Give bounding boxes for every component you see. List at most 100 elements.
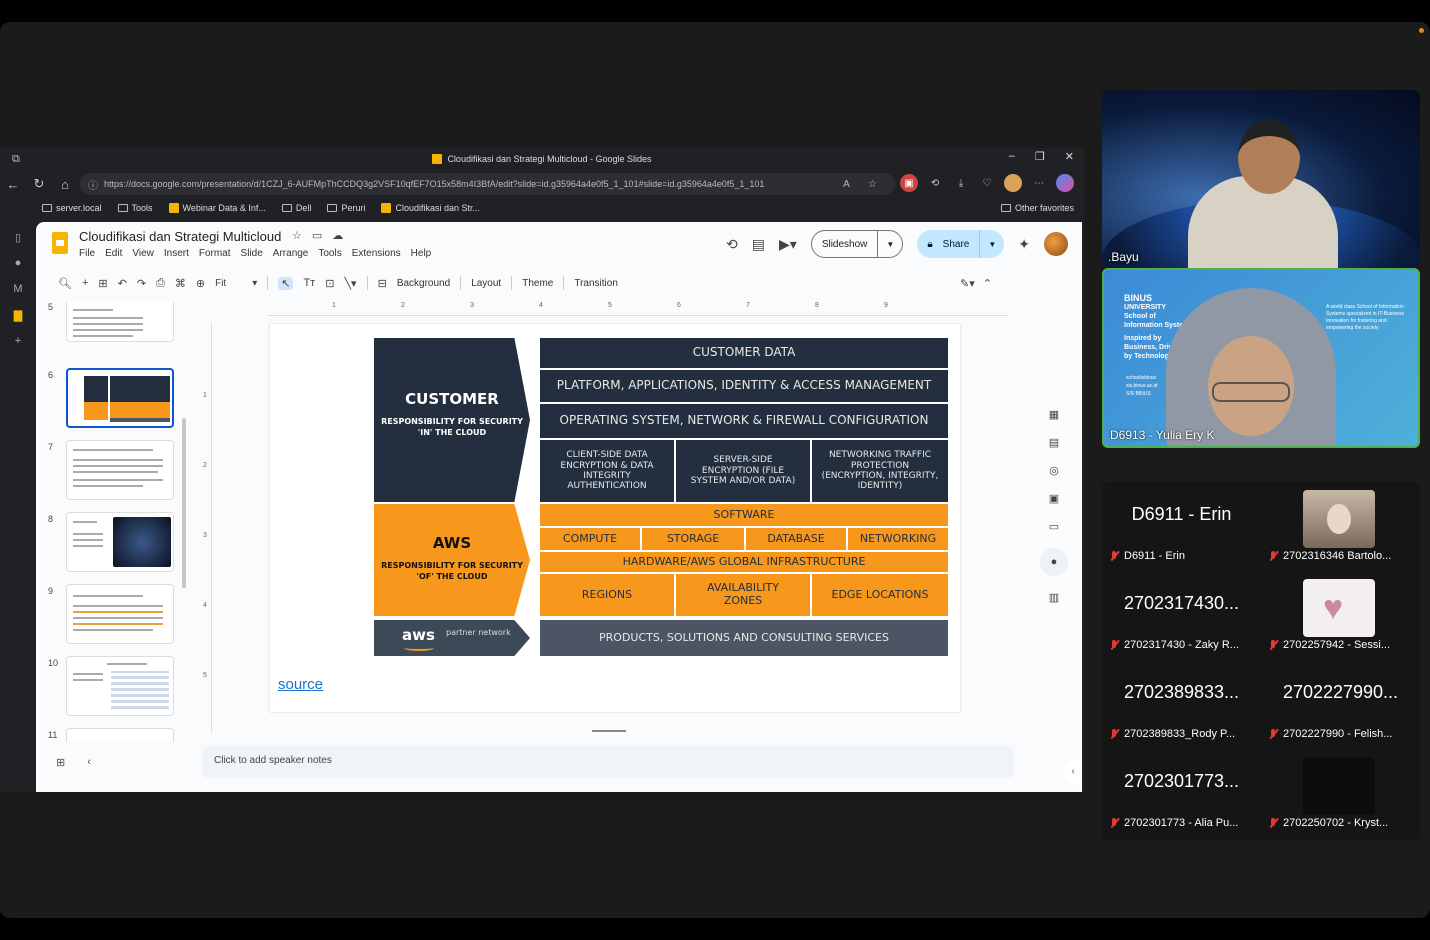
thumbnail-row[interactable]: 6 [44,368,184,430]
filmstrip-scrollbar[interactable] [182,418,186,588]
download-icon[interactable]: ⤓ [952,174,970,192]
thumbnail-row[interactable]: 11 [44,728,184,742]
cloud-saved-icon[interactable]: ☁ [332,229,343,242]
minimize-icon[interactable]: – [1009,150,1015,163]
bookmark-item[interactable]: Tools [117,203,153,213]
slide-thumbnail[interactable] [66,656,174,716]
chevron-down-icon[interactable]: ▼ [979,230,1004,258]
app-icon[interactable]: ● [0,250,36,276]
menu-arrange[interactable]: Arrange [273,248,309,259]
participant-tile[interactable]: 2702389833... 2702389833_Rody P... [1102,660,1261,749]
slide[interactable]: CUSTOMER RESPONSIBILITY FOR SECURITY 'IN… [270,324,960,712]
slide-thumbnail[interactable] [66,440,174,500]
favorite-star-icon[interactable]: A ☆ [843,179,885,190]
tasks-icon[interactable]: ◎ [1049,464,1059,477]
new-slide-icon[interactable]: + [82,277,88,289]
collapse-filmstrip-icon[interactable]: ‹ [87,756,91,769]
line-icon[interactable]: ╲▾ [344,277,356,290]
text-box-icon[interactable]: Tт [303,277,315,289]
slideshow-button[interactable]: Slideshow ▼ [810,230,904,258]
video-tile-speaker[interactable]: .Bayu [1102,90,1420,268]
menu-help[interactable]: Help [411,248,432,259]
tab-title[interactable]: Cloudifikasi dan Strategi Multicloud - G… [447,154,651,164]
menu-file[interactable]: File [79,248,95,259]
share-button[interactable]: 🔒︎ Share ▼ [917,230,1005,258]
contacts-icon[interactable]: ▣ [1049,492,1059,505]
thumbnail-row[interactable]: 7 [44,440,184,502]
menu-slide[interactable]: Slide [241,248,263,259]
image-icon[interactable]: ⊡ [325,277,334,290]
chevron-down-icon[interactable]: ▼ [877,231,902,257]
menu-format[interactable]: Format [199,248,231,259]
extension-icon[interactable]: ▣ [900,174,918,192]
zoom-select[interactable]: Fit ▾ [215,278,257,289]
slide-thumbnail[interactable] [66,302,174,342]
version-history-icon[interactable]: ⟲ [726,236,738,253]
menu-edit[interactable]: Edit [105,248,122,259]
source-link[interactable]: source [278,676,323,693]
slide-thumbnail[interactable] [66,728,174,742]
bookmark-item[interactable]: Cloudifikasi dan Str... [381,203,480,213]
video-tile-pinned[interactable]: BINUS UNIVERSITY School of Information S… [1102,268,1420,448]
document-title[interactable]: Cloudifikasi dan Strategi Multicloud [79,229,281,244]
grid-view-icon[interactable]: ⊞ [56,756,65,769]
gmail-icon[interactable]: M [0,276,36,302]
meet-icon[interactable]: ▶▾ [779,236,797,253]
notes-drag-handle[interactable] [592,730,626,732]
record-icon[interactable]: ● [1040,548,1068,576]
captions-icon[interactable]: ▥ [1049,591,1059,604]
other-favorites[interactable]: Other favorites [1000,203,1074,213]
participant-tile[interactable]: 2702316346 Bartolo... [1261,482,1420,571]
bookmark-item[interactable]: Peruri [327,203,365,213]
collapse-toolbar-icon[interactable]: ⌃ [983,277,992,290]
theme-button[interactable]: Theme [522,278,553,289]
move-folder-icon[interactable]: ▭ [312,229,322,242]
star-icon[interactable]: ☆ [292,229,302,242]
paint-format-icon[interactable]: ⌘ [175,277,186,290]
participant-tile[interactable]: 2702227990... 2702227990 - Felish... [1261,660,1420,749]
bookmark-item[interactable]: server.local [42,203,102,213]
comments-icon[interactable]: ▤ [752,236,765,253]
menu-view[interactable]: View [132,248,154,259]
url-input[interactable]: ⓘ https://docs.google.com/presentation/d… [80,173,895,195]
thumbnail-row[interactable]: 10 [44,656,184,718]
heart-extension-icon[interactable]: ♡ [978,174,996,192]
reload-icon[interactable]: ↻ [26,176,52,192]
participant-tile[interactable]: 2702301773... 2702301773 - Alia Pu... [1102,749,1261,838]
participant-tile[interactable]: ♥ 2702257942 - Sessi... [1261,571,1420,660]
slide-thumbnail[interactable] [66,584,174,644]
background-button[interactable]: Background [397,278,450,289]
redo-icon[interactable]: ↷ [137,277,146,290]
more-icon[interactable]: ⋯ [1030,174,1048,192]
site-info-icon[interactable]: ⓘ [88,177,98,192]
undo-icon[interactable]: ↶ [118,277,127,290]
avatar[interactable] [1044,232,1068,256]
slide-thumbnail-active[interactable] [66,368,174,428]
search-menus-icon[interactable]: 🔍︎ [58,277,72,290]
profile-icon[interactable] [1004,174,1022,192]
bookmark-item[interactable]: Webinar Data & Inf... [168,203,266,213]
thumbnail-row[interactable]: 9 [44,584,184,646]
participant-tile[interactable]: D6911 - Erin D6911 - Erin [1102,482,1261,571]
back-icon[interactable]: ← [0,177,26,192]
speaker-notes[interactable]: Click to add speaker notes [202,746,1014,778]
new-slide-layout-icon[interactable]: ⊞ [98,277,107,290]
gemini-icon[interactable]: ✦ [1018,236,1030,253]
slides-app-icon[interactable]: ▇ [0,302,36,328]
bookmark-item[interactable]: Dell [281,203,311,213]
participant-tile[interactable]: 2702250702 - Kryst... [1261,749,1420,838]
keep-icon[interactable]: ▤ [1049,436,1059,449]
transition-button[interactable]: Transition [574,278,618,289]
layout-button[interactable]: Layout [471,278,501,289]
add-icon[interactable]: + [0,328,36,354]
pen-icon[interactable]: ✎▾ [960,277,975,290]
refresh-extension-icon[interactable]: ⟲ [926,174,944,192]
menu-extensions[interactable]: Extensions [352,248,401,259]
select-tool-icon[interactable]: ↖ [278,276,294,290]
home-icon[interactable]: ⌂ [52,177,78,192]
folder-icon[interactable]: ▭ [1049,520,1059,533]
copilot-icon[interactable] [1056,174,1074,192]
calendar-icon[interactable]: ▦ [1049,408,1059,421]
slide-thumbnail[interactable] [66,512,174,572]
menu-tools[interactable]: Tools [318,248,341,259]
